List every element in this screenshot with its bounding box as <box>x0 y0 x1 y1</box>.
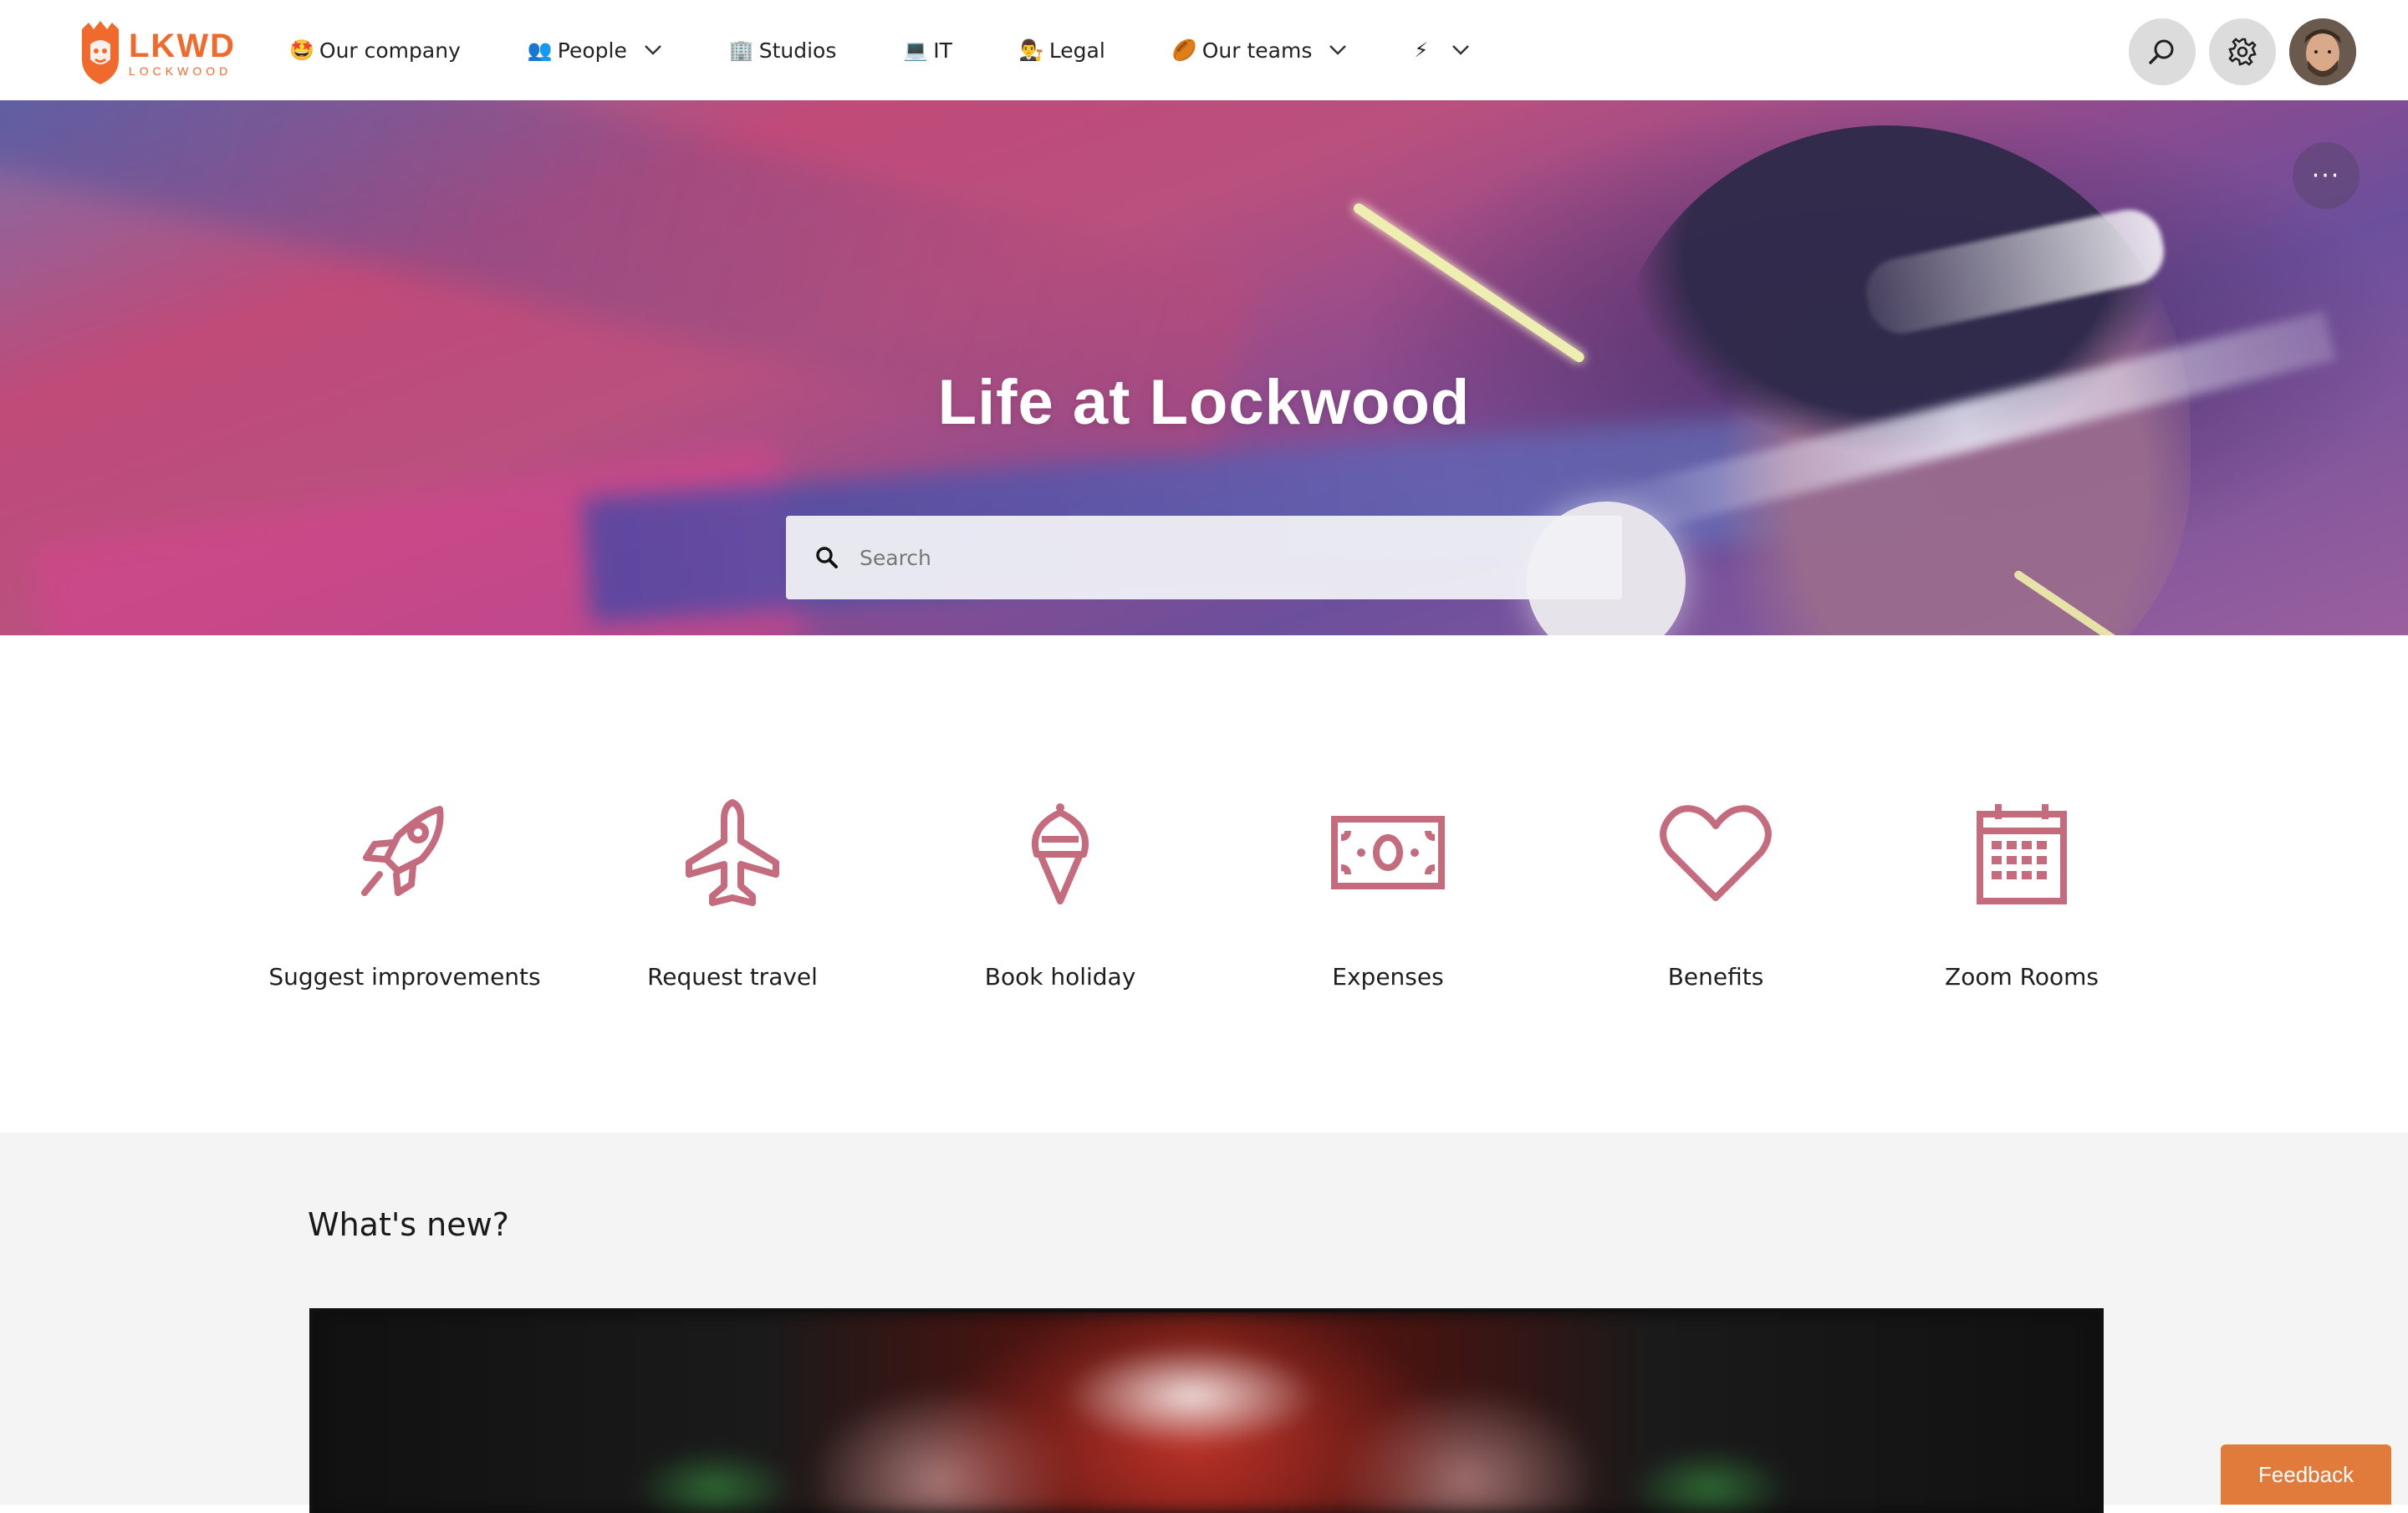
quick-link-label: Suggest improvements <box>268 963 541 991</box>
quick-link-zoom-rooms[interactable]: Zoom Rooms <box>1871 794 2172 991</box>
nav-item-label: Our company <box>319 38 461 63</box>
rocket-icon <box>361 806 444 896</box>
quick-link-label: Book holiday <box>984 963 1136 991</box>
gear-icon <box>2228 38 2257 66</box>
people-emoji-icon: 👥 <box>527 38 553 62</box>
hero-search-box[interactable] <box>786 516 1622 599</box>
quick-link-label: Request travel <box>647 963 818 991</box>
nav-item-label: People <box>557 38 627 63</box>
feedback-button[interactable]: Feedback <box>2221 1444 2391 1505</box>
office-building-emoji-icon: 🏢 <box>728 38 754 62</box>
quick-link-benefits[interactable]: Benefits <box>1565 794 1866 991</box>
chevron-down-icon[interactable] <box>1329 44 1347 56</box>
more-options-button[interactable]: ··· <box>2293 142 2360 209</box>
quick-link-expenses[interactable]: Expenses <box>1237 794 1538 991</box>
settings-button[interactable] <box>2209 18 2276 85</box>
blurred-news-image <box>314 1312 2099 1513</box>
star-struck-emoji-icon: 🤩 <box>289 38 314 62</box>
quick-links: Suggest improvements Request travel Book… <box>0 635 2408 1133</box>
nav-item-people[interactable]: 👥 People <box>528 25 662 75</box>
logo-subtitle: LOCKWOOD <box>129 64 232 78</box>
nav-item-label: IT <box>933 38 952 63</box>
search-button[interactable] <box>2129 18 2196 85</box>
quick-link-label: Expenses <box>1332 963 1444 991</box>
whats-new-section: What's new? <box>0 1133 2408 1513</box>
money-icon <box>1331 816 1445 889</box>
lion-shield-icon <box>82 21 119 84</box>
lockwood-logo[interactable]: LKWD LOCKWOOD <box>77 18 236 87</box>
chevron-down-icon[interactable] <box>1451 44 1470 56</box>
rugby-ball-emoji-icon: 🏉 <box>1171 38 1197 62</box>
search-icon <box>816 547 838 568</box>
header-actions <box>2115 18 2356 85</box>
judge-emoji-icon: 👨‍⚖️ <box>1018 38 1044 62</box>
hero-neon-bar <box>1351 201 1586 364</box>
quick-link-suggest-improvements[interactable]: Suggest improvements <box>254 794 555 991</box>
user-avatar[interactable] <box>2289 18 2356 85</box>
search-input[interactable] <box>858 544 1597 571</box>
quick-link-book-holiday[interactable]: Book holiday <box>910 794 1211 991</box>
quick-link-label: Benefits <box>1667 963 1764 991</box>
search-icon <box>2149 39 2174 64</box>
nav-item-it[interactable]: 💻 IT <box>903 25 952 75</box>
nav-item-our-company[interactable]: 🤩 Our company <box>289 25 461 75</box>
page-title: Life at Lockwood <box>937 367 1471 438</box>
nav-item-studios[interactable]: 🏢 Studios <box>729 25 837 75</box>
top-navigation: LKWD LOCKWOOD 🤩 Our company 👥 People 🏢 S… <box>0 0 2408 100</box>
nav-item-our-teams[interactable]: 🏉 Our teams <box>1172 25 1348 75</box>
nav-item-quick-actions[interactable]: ⚡ <box>1414 25 1470 75</box>
section-heading: What's new? <box>308 1206 509 1243</box>
hero-banner: Life at Lockwood ··· <box>0 100 2408 635</box>
lightning-emoji-icon: ⚡ <box>1414 38 1429 62</box>
ice-cream-icon <box>1031 803 1089 904</box>
logo-wordmark: LKWD <box>129 27 236 64</box>
news-feature-media[interactable] <box>309 1308 2104 1513</box>
nav-item-label: Our teams <box>1201 38 1313 63</box>
calendar-icon <box>1977 804 2067 904</box>
main-menu: 🤩 Our company 👥 People 🏢 Studios 💻 IT 👨‍… <box>289 0 1470 100</box>
quick-link-request-travel[interactable]: Request travel <box>582 794 883 991</box>
airplane-icon <box>686 799 779 906</box>
quick-link-label: Zoom Rooms <box>1945 963 2099 991</box>
heart-icon <box>1660 805 1772 901</box>
nav-item-legal[interactable]: 👨‍⚖️ Legal <box>1019 25 1105 75</box>
avatar-portrait <box>2289 18 2356 85</box>
laptop-emoji-icon: 💻 <box>903 38 929 62</box>
nav-item-label: Studios <box>758 38 837 63</box>
nav-item-label: Legal <box>1048 38 1105 63</box>
chevron-down-icon[interactable] <box>644 44 662 56</box>
